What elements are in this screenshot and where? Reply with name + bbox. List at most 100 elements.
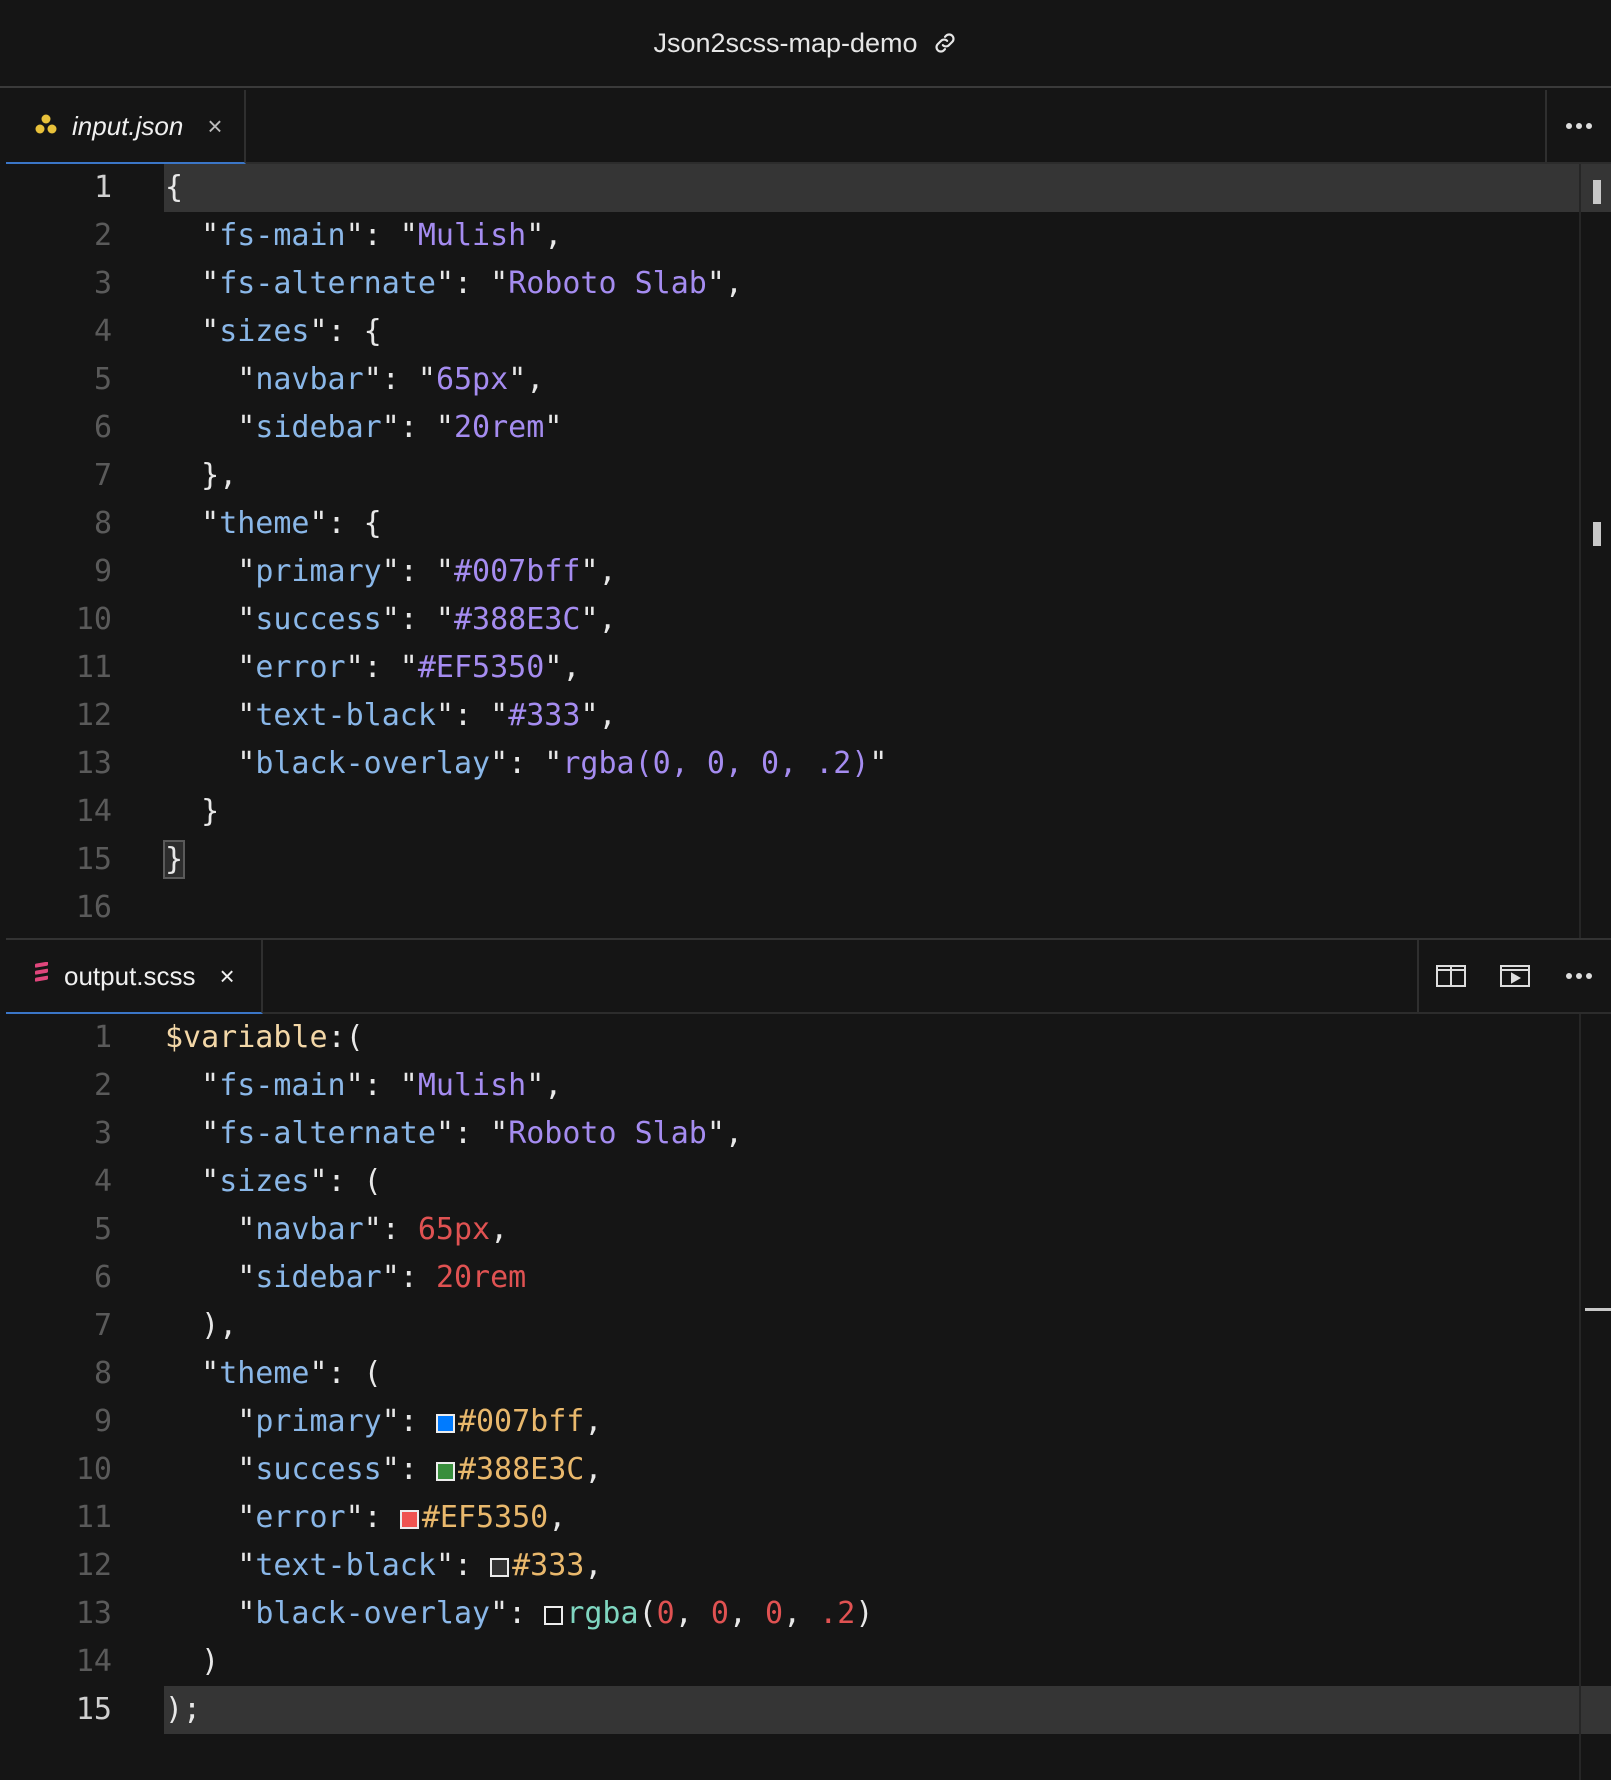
code-line[interactable]: 3 "fs-alternate": "Roboto Slab", (6, 1110, 1611, 1158)
code-token: ": " (345, 650, 418, 685)
line-text: "error": "#EF5350", (165, 644, 580, 692)
color-swatch[interactable] (490, 1558, 510, 1577)
close-icon[interactable]: × (220, 961, 235, 992)
code-token: text-black (255, 1548, 436, 1583)
code-editor-output[interactable]: 1 $variable:(2 "fs-main": "Mulish", 3 "fs-… (6, 1014, 1611, 1734)
code-line[interactable]: 7 }, (6, 452, 1611, 500)
code-line[interactable]: 11 "error": #EF5350, (6, 1494, 1611, 1542)
code-line[interactable]: 7 ), (6, 1302, 1611, 1350)
line-number: 11 (75, 650, 112, 685)
code-token: " (165, 746, 256, 781)
code-token: , (783, 1596, 820, 1631)
close-icon[interactable]: × (207, 111, 222, 142)
code-token: " (165, 218, 220, 253)
code-line[interactable]: 12 "text-black": "#333", (6, 692, 1611, 740)
split-editor-icon[interactable] (1419, 940, 1483, 1012)
line-number: 12 (75, 1548, 112, 1583)
more-actions-icon[interactable] (1547, 940, 1611, 1012)
code-token: ", (580, 698, 617, 733)
code-line[interactable]: 10 "success": "#388E3C", (6, 596, 1611, 644)
code-line[interactable]: 2 "fs-main": "Mulish", (6, 1062, 1611, 1110)
code-line[interactable]: 12 "text-black": #333, (6, 1542, 1611, 1590)
code-line[interactable]: 13 "black-overlay": "rgba(0, 0, 0, .2)" (6, 740, 1611, 788)
code-token: ": { (309, 506, 382, 541)
code-line[interactable]: 13 "black-overlay": rgba(0, 0, 0, .2) (6, 1590, 1611, 1638)
editor-actions (1417, 940, 1611, 1012)
code-token: " (165, 1260, 256, 1295)
code-token: " (165, 1164, 220, 1199)
code-token: black-overlay (255, 1596, 491, 1631)
tab-input-json[interactable]: input.json × (6, 90, 246, 164)
code-token: " (165, 266, 220, 301)
code-token: " (165, 602, 256, 637)
code-line[interactable]: 1 $variable:( (6, 1014, 1611, 1062)
editor-pane-input: input.json × 1{2 "fs-main": "Mulish", 3 "… (6, 90, 1611, 940)
more-actions-icon[interactable] (1547, 90, 1611, 162)
code-line[interactable]: 16 (6, 884, 1611, 932)
scrollbar[interactable] (1579, 1014, 1611, 1780)
code-line[interactable]: 8 "theme": ( (6, 1350, 1611, 1398)
code-token: ", (526, 1068, 563, 1103)
line-number: 2 (93, 1068, 112, 1103)
code-line[interactable]: 6 "sidebar": "20rem" (6, 404, 1611, 452)
color-swatch[interactable] (435, 1414, 455, 1433)
line-text: "error": #EF5350, (165, 1494, 566, 1542)
code-token: , (674, 1596, 711, 1631)
code-token: ) (165, 1644, 220, 1679)
code-token: ": " (345, 1068, 418, 1103)
code-line[interactable]: 8 "theme": { (6, 500, 1611, 548)
open-preview-icon[interactable] (1483, 940, 1547, 1012)
code-line[interactable]: 15} (6, 836, 1611, 884)
line-number: 8 (93, 1356, 112, 1391)
line-text: "navbar": 65px, (165, 1206, 508, 1254)
line-text: "black-overlay": rgba(0, 0, 0, .2) (165, 1590, 873, 1638)
line-text: ); (165, 1686, 201, 1734)
code-line[interactable]: 14 ) (6, 1638, 1611, 1686)
code-token: " (165, 1356, 220, 1391)
line-text: "fs-alternate": "Roboto Slab", (165, 1110, 743, 1158)
code-line[interactable]: 3 "fs-alternate": "Roboto Slab", (6, 260, 1611, 308)
code-line[interactable]: 9 "primary": #007bff, (6, 1398, 1611, 1446)
code-line[interactable]: 2 "fs-main": "Mulish", (6, 212, 1611, 260)
tab-label: output.scss (64, 960, 196, 991)
code-line[interactable]: 11 "error": "#EF5350", (6, 644, 1611, 692)
code-token: ": " (345, 218, 418, 253)
code-line[interactable]: 9 "primary": "#007bff", (6, 548, 1611, 596)
line-text: } (162, 836, 186, 884)
code-token: error (255, 1500, 346, 1535)
code-token: , (584, 1548, 603, 1583)
line-number: 10 (75, 1452, 112, 1487)
color-swatch[interactable] (435, 1462, 455, 1481)
code-token: rgba(0, 0, 0, .2) (562, 746, 870, 781)
line-number: 13 (75, 1596, 112, 1631)
code-line[interactable]: 4 "sizes": ( (6, 1158, 1611, 1206)
scrollbar[interactable] (1579, 164, 1611, 938)
line-number: 2 (93, 218, 112, 253)
code-token: " (165, 1212, 256, 1247)
code-line[interactable]: 10 "success": #388E3C, (6, 1446, 1611, 1494)
editor-actions (1545, 90, 1611, 162)
code-editor-input[interactable]: 1{2 "fs-main": "Mulish", 3 "fs-alternate"… (6, 164, 1611, 932)
line-text: "sidebar": 20rem (165, 1254, 526, 1302)
code-token: " (165, 650, 256, 685)
code-token: Mulish (417, 1068, 527, 1103)
code-line[interactable]: 1{ (6, 164, 1611, 212)
code-token: ": (490, 1596, 545, 1631)
code-token: ( (638, 1596, 657, 1631)
code-token: ", (706, 1116, 743, 1151)
code-line[interactable]: 6 "sidebar": 20rem (6, 1254, 1611, 1302)
tab-label: input.json (72, 110, 184, 141)
code-line[interactable]: 14 } (6, 788, 1611, 836)
line-number: 7 (93, 458, 112, 493)
color-swatch[interactable] (544, 1606, 564, 1625)
color-swatch[interactable] (399, 1510, 419, 1529)
code-line[interactable]: 15); (6, 1686, 1611, 1734)
code-line[interactable]: 5 "navbar": "65px", (6, 356, 1611, 404)
line-text: "primary": #007bff, (165, 1398, 602, 1446)
code-token: primary (255, 554, 382, 589)
link-icon[interactable] (932, 30, 958, 56)
code-line[interactable]: 5 "navbar": 65px, (6, 1206, 1611, 1254)
code-token: ", (580, 602, 617, 637)
code-line[interactable]: 4 "sizes": { (6, 308, 1611, 356)
tab-output-scss[interactable]: output.scss × (6, 940, 263, 1014)
